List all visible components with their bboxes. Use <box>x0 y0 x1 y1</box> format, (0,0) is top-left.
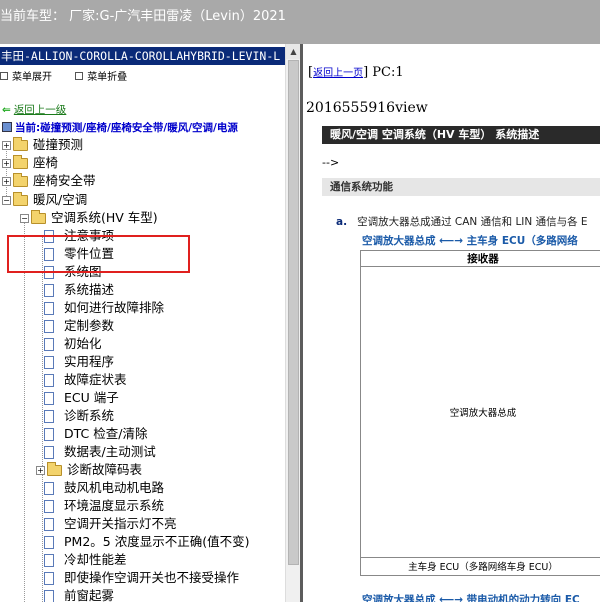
tree-leaf-item[interactable]: 如何进行故障排除 <box>44 299 164 317</box>
tree-panel: 丰田-ALLION-COROLLA-COROLLAHYBRID-LEVIN-L … <box>0 44 300 602</box>
comm-line-2: 空调放大器总成 ⟵→ 带电动机的动力转向 EC <box>362 594 580 602</box>
back-up-level[interactable]: ⇐ 返回上一级 <box>2 102 66 117</box>
document-icon <box>44 535 54 549</box>
folder-icon <box>13 136 28 151</box>
table-cell: 主车身 ECU（多路网络车身 ECU） <box>361 557 600 577</box>
document-icon <box>44 517 54 531</box>
collapse-menu-button[interactable]: 菜单折叠 <box>75 68 137 83</box>
document-icon <box>44 499 54 513</box>
folder-icon <box>13 172 28 187</box>
scroll-up-arrow-icon[interactable]: ▲ <box>286 44 301 59</box>
tree-node-dtc-table[interactable]: + 诊断故障码表 <box>36 461 142 479</box>
document-icon <box>44 355 54 369</box>
document-icon <box>44 391 54 405</box>
folder-icon <box>47 461 62 476</box>
tree-leaf-item[interactable]: 定制参数 <box>44 317 114 335</box>
document-icon <box>44 571 54 585</box>
tree-node-hvac[interactable]: − 暖风/空调 <box>2 191 87 209</box>
breadcrumb-text: 当前:碰撞预测/座椅/座椅安全带/暖风/空调/电源 <box>15 122 238 134</box>
comm-line-1: 空调放大器总成 ⟵→ 主车身 ECU（多路网络 <box>362 235 578 247</box>
expand-toggle[interactable]: + <box>2 140 11 150</box>
tree-leaf-item[interactable]: 诊断系统 <box>44 407 114 425</box>
document-icon <box>44 409 54 423</box>
table-cell: 空调放大器总成 <box>449 408 517 419</box>
document-icon <box>44 283 54 297</box>
tree-leaf-item[interactable]: 鼓风机电动机电路 <box>44 479 164 497</box>
tree-leaf-item[interactable]: 冷却性能差 <box>44 551 127 569</box>
document-icon <box>44 373 54 387</box>
collapse-toggle[interactable]: − <box>20 213 29 223</box>
folder-icon <box>13 154 28 169</box>
tree-leaf-item[interactable]: PM2。5 浓度显示不正确(值不变) <box>44 533 249 551</box>
tree-node-seat[interactable]: + 座椅 <box>2 154 58 172</box>
expand-toggle[interactable]: + <box>2 176 11 186</box>
document-icon <box>44 589 54 602</box>
tree-leaf-item[interactable]: 数据表/主动测试 <box>44 443 156 461</box>
arrow-text: --> <box>322 156 340 169</box>
tree-node-collision[interactable]: + 碰撞预测 <box>2 136 83 154</box>
tree-node-ac-system[interactable]: − 空调系统(HV 车型) <box>20 209 158 227</box>
view-id: 2016555916view <box>306 100 428 116</box>
document-icon <box>44 481 54 495</box>
tree-guide <box>42 236 43 602</box>
tree-panel-title: 丰田-ALLION-COROLLA-COROLLAHYBRID-LEVIN-L <box>0 47 285 65</box>
expand-toggle[interactable]: + <box>2 158 11 168</box>
tree-leaf-item[interactable]: 实用程序 <box>44 353 114 371</box>
back-arrow-icon: ⇐ <box>2 104 11 116</box>
document-icon <box>44 427 54 441</box>
open-folder-icon <box>31 209 46 224</box>
comm-table: 接收器 空调放大器总成 主车身 ECU（多路网络车身 ECU） <box>360 250 600 576</box>
page-indicator: [返回上一页] PC:1 <box>308 65 404 80</box>
tree-node-seatbelt[interactable]: + 座椅安全带 <box>2 172 96 190</box>
back-page-link[interactable]: 返回上一页 <box>313 68 363 79</box>
tree-leaf-item[interactable]: 即使操作空调开关也不接受操作 <box>44 569 239 587</box>
current-vehicle-title: 当前车型： 厂家:G-广汽丰田雷凌（Levin）2021 <box>0 9 286 24</box>
tree-leaf-item[interactable]: 环境温度显示系统 <box>44 497 164 515</box>
title-bar: 当前车型： 厂家:G-广汽丰田雷凌（Levin）2021 <box>0 0 600 44</box>
breadcrumb: 当前:碰撞预测/座椅/座椅安全带/暖风/空调/电源 <box>2 120 238 135</box>
collapse-icon <box>75 71 84 80</box>
expand-toggle[interactable]: + <box>36 465 45 475</box>
menu-toolbar: 菜单展开 菜单折叠 <box>0 68 147 83</box>
document-icon <box>44 337 54 351</box>
collapse-toggle[interactable]: − <box>2 195 11 205</box>
highlight-annotation <box>7 235 190 273</box>
document-icon <box>44 301 54 315</box>
tree-scrollbar[interactable]: ▲ <box>285 44 301 602</box>
scrollbar-thumb[interactable] <box>288 60 299 565</box>
section-title: 暖风/空调 空调系统（HV 车型） 系统描述 <box>322 126 600 144</box>
tree-leaf-item[interactable]: 空调开关指示灯不亮 <box>44 515 177 533</box>
open-folder-icon <box>13 191 28 206</box>
subsection-title: 通信系统功能 <box>322 178 600 196</box>
content-panel: [返回上一页] PC:1 2016555916view 暖风/空调 空调系统（H… <box>300 44 600 602</box>
computer-icon <box>2 122 12 132</box>
tree-leaf-item[interactable]: 初始化 <box>44 335 102 353</box>
document-icon <box>44 553 54 567</box>
paragraph: a. 空调放大器总成通过 CAN 通信和 LIN 通信与各 E <box>336 216 588 228</box>
tree-leaf-item[interactable]: ECU 端子 <box>44 389 119 407</box>
expand-menu-button[interactable]: 菜单展开 <box>0 68 62 83</box>
document-icon <box>44 445 54 459</box>
tree-leaf-item[interactable]: DTC 检查/清除 <box>44 425 147 443</box>
tree-leaf-item[interactable]: 故障症状表 <box>44 371 127 389</box>
document-icon <box>44 319 54 333</box>
tree-leaf-item[interactable]: 系统描述 <box>44 281 114 299</box>
back-up-level-link[interactable]: 返回上一级 <box>14 104 67 116</box>
table-header: 接收器 <box>361 251 600 267</box>
tree-leaf-item[interactable]: 前窗起雾 <box>44 587 114 602</box>
expand-icon <box>0 71 8 80</box>
tree-guide <box>24 218 25 602</box>
